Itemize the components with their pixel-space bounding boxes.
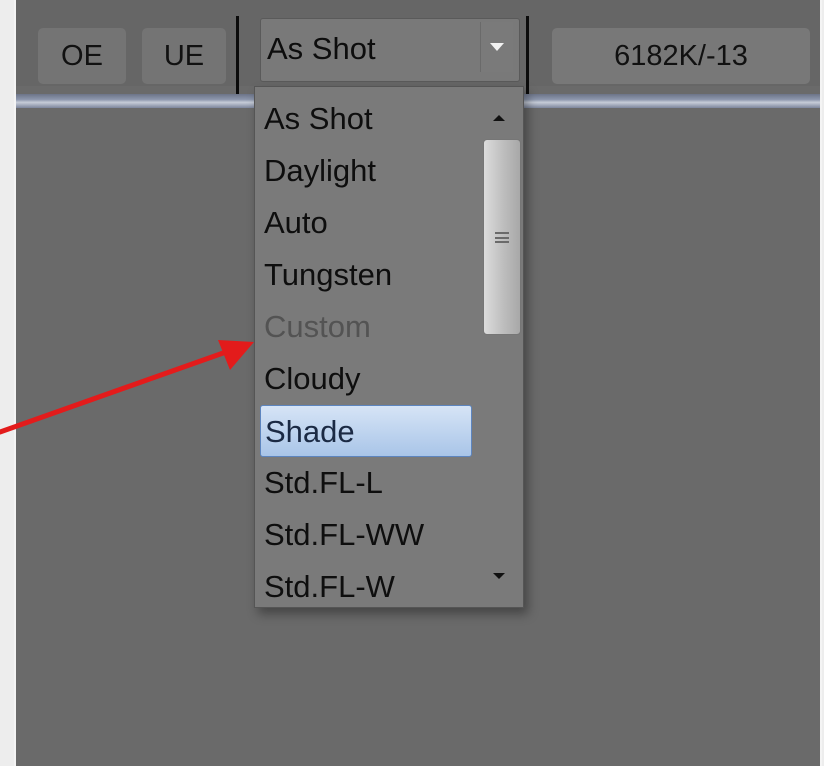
annotation-arrow-icon bbox=[0, 340, 254, 435]
